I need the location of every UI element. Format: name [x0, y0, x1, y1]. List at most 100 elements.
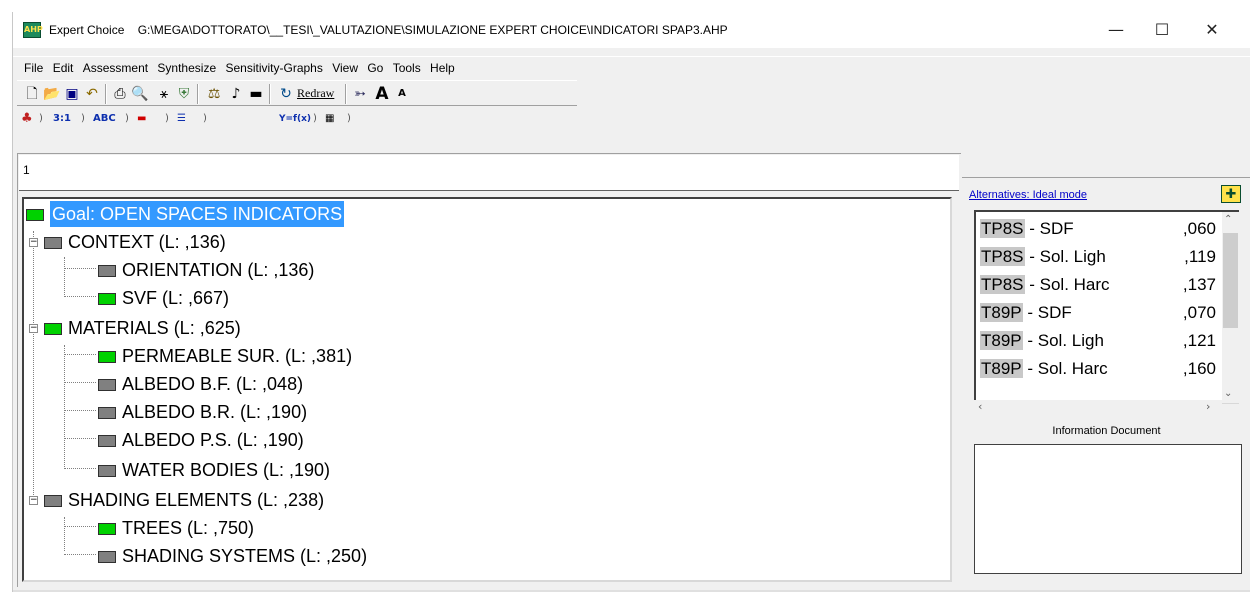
tab-sorted-bars-icon[interactable]: ☰: [177, 110, 186, 128]
tree-connector: [64, 517, 65, 551]
information-document-label: Information Document: [1052, 425, 1161, 437]
menu-go[interactable]: Go: [364, 57, 386, 79]
alternative-code: T89P: [980, 331, 1023, 350]
alternative-value: ,070: [1182, 303, 1216, 322]
list-item[interactable]: TP8S - Sol. Ligh ,119: [980, 244, 1220, 270]
list-item[interactable]: TP8S - SDF ,060: [980, 216, 1220, 242]
print-preview-icon[interactable]: 🔍: [131, 85, 149, 103]
node-label: ALBEDO B.F. (L: ,048): [122, 374, 304, 394]
alternative-value: ,060: [1182, 219, 1216, 238]
undo-icon[interactable]: ↶: [83, 85, 101, 103]
tab-divider: ): [203, 113, 207, 124]
node-label: CONTEXT (L: ,136): [68, 232, 226, 252]
tab-divider: ): [81, 113, 85, 124]
scroll-up-icon[interactable]: ⌃: [1224, 214, 1232, 225]
music-note-icon[interactable]: ♪: [227, 85, 245, 103]
tree-connector: [64, 438, 96, 439]
list-item[interactable]: T89P - Sol. Ligh ,121: [980, 328, 1220, 354]
alternatives-horizontal-scrollbar[interactable]: ‹ ›: [974, 400, 1222, 416]
title-bar[interactable]: AHP Expert Choice G:\MEGA\DOTTORATO\__TE…: [13, 12, 1250, 48]
menu-file[interactable]: File: [21, 57, 46, 79]
node-color-box: [98, 265, 116, 277]
scroll-left-icon[interactable]: ‹: [978, 400, 982, 413]
redraw-button[interactable]: Redraw: [297, 86, 334, 101]
list-item[interactable]: TP8S - Sol. Harc ,137: [980, 272, 1220, 298]
alternative-value: ,119: [1184, 247, 1216, 266]
node-color-box: [98, 551, 116, 563]
alternative-name: - Sol. Harc: [1024, 275, 1110, 294]
save-icon[interactable]: ▣: [63, 85, 81, 103]
tab-grid-icon[interactable]: ▦: [325, 110, 334, 128]
node-label: PERMEABLE SUR. (L: ,381): [122, 346, 353, 366]
expert-choice-window: AHP Expert Choice G:\MEGA\DOTTORATO\__TE…: [12, 12, 1250, 592]
app-name: Expert Choice: [49, 23, 125, 37]
list-item[interactable]: T89P - Sol. Harc ,160: [980, 356, 1220, 382]
font-smaller-icon[interactable]: A: [393, 85, 411, 103]
alternative-code: TP8S: [980, 247, 1025, 266]
toolbar: 🗋 📂 ▣ ↶ ⎙ 🔍 ⚹ ⛨ ⚖ ♪ ▬ ↻ Redraw ➳ A A: [17, 80, 577, 106]
collapse-toggle-icon[interactable]: −: [29, 496, 38, 505]
collapse-toggle-icon[interactable]: −: [29, 238, 38, 247]
scroll-down-icon[interactable]: ⌄: [1224, 388, 1232, 399]
minimize-button[interactable]: —: [1093, 16, 1139, 44]
alternative-name: - Sol. Harc: [1022, 359, 1108, 378]
alternative-value: ,121: [1182, 331, 1216, 350]
new-file-icon[interactable]: 🗋: [23, 85, 41, 103]
node-label: MATERIALS (L: ,625): [68, 318, 241, 338]
tab-abc[interactable]: ABC: [93, 110, 116, 128]
scroll-thumb[interactable]: [1223, 233, 1238, 328]
shield-icon[interactable]: ⛨: [175, 85, 193, 103]
tab-formula[interactable]: Y=f(x): [279, 110, 311, 128]
menu-synthesize[interactable]: Synthesize: [154, 57, 219, 79]
node-label: ALBEDO B.R. (L: ,190): [122, 402, 308, 422]
alternative-value: ,137: [1182, 275, 1216, 294]
tree-connector: [33, 231, 34, 495]
menu-assessment[interactable]: Assessment: [80, 57, 151, 79]
toolbar-separator: [345, 84, 347, 104]
hierarchy-icon[interactable]: ⚹: [155, 85, 173, 103]
tree-connector: [64, 345, 65, 469]
menu-view[interactable]: View: [329, 57, 361, 79]
list-item[interactable]: T89P - SDF ,070: [980, 300, 1220, 326]
collapse-toggle-icon[interactable]: −: [29, 324, 38, 333]
font-larger-icon[interactable]: A: [373, 85, 391, 103]
menu-edit[interactable]: Edit: [50, 57, 77, 79]
information-document-field[interactable]: [974, 444, 1242, 574]
tree-connector: [64, 382, 96, 383]
hierarchy-tree[interactable]: Goal: OPEN SPACES INDICATORS − CONTEXT (…: [22, 197, 952, 582]
add-alternative-icon[interactable]: ✚: [1221, 185, 1241, 203]
node-label: ALBEDO P.S. (L: ,190): [122, 430, 304, 450]
node-color-box: [98, 293, 116, 305]
screen-icon[interactable]: ▬: [247, 85, 265, 103]
node-number-field[interactable]: 1: [19, 155, 959, 191]
maximize-button[interactable]: ☐: [1139, 16, 1185, 44]
close-button[interactable]: ✕: [1189, 16, 1235, 44]
alternatives-list[interactable]: TP8S - SDF ,060 TP8S - Sol. Ligh ,119 TP…: [974, 210, 1222, 404]
print-icon[interactable]: ⎙: [111, 85, 129, 103]
redraw-icon[interactable]: ↻: [277, 85, 295, 103]
alternatives-mode-link[interactable]: Alternatives: Ideal mode: [969, 189, 1087, 201]
alternative-value: ,160: [1182, 359, 1216, 378]
app-logo-icon: AHP: [23, 22, 43, 38]
alternatives-vertical-scrollbar[interactable]: ⌃ ⌄: [1222, 210, 1239, 404]
tab-ratio[interactable]: 3:1: [53, 110, 71, 128]
node-color-box: [98, 379, 116, 391]
scroll-right-icon[interactable]: ›: [1206, 400, 1210, 413]
alternative-code: TP8S: [980, 219, 1025, 238]
pointer-icon[interactable]: ➳: [351, 85, 369, 103]
tree-connector: [64, 354, 96, 355]
tab-divider: ): [125, 113, 129, 124]
scales-icon[interactable]: ⚖: [205, 85, 223, 103]
node-label: TREES (L: ,750): [122, 518, 255, 538]
open-folder-icon[interactable]: 📂: [43, 85, 61, 103]
tab-bars-icon[interactable]: ▬: [137, 110, 146, 128]
goal-label: Goal: OPEN SPACES INDICATORS: [50, 201, 345, 227]
node-number: 1: [23, 163, 30, 177]
model-view-tab-icon[interactable]: ♣: [21, 110, 33, 128]
menu-sensitivity-graphs[interactable]: Sensitivity-Graphs: [222, 57, 325, 79]
mode-tab-strip: ♣ ) 3:1 ) ABC ) ▬ ) ☰ ) Y=f(x) ) ▦ ): [17, 108, 577, 128]
node-color-box: [98, 465, 116, 477]
menu-help[interactable]: Help: [427, 57, 458, 79]
menu-tools[interactable]: Tools: [390, 57, 424, 79]
hierarchy-panel: 1 Goal: OPEN SPACES INDICATORS − CONTEXT…: [17, 153, 961, 587]
